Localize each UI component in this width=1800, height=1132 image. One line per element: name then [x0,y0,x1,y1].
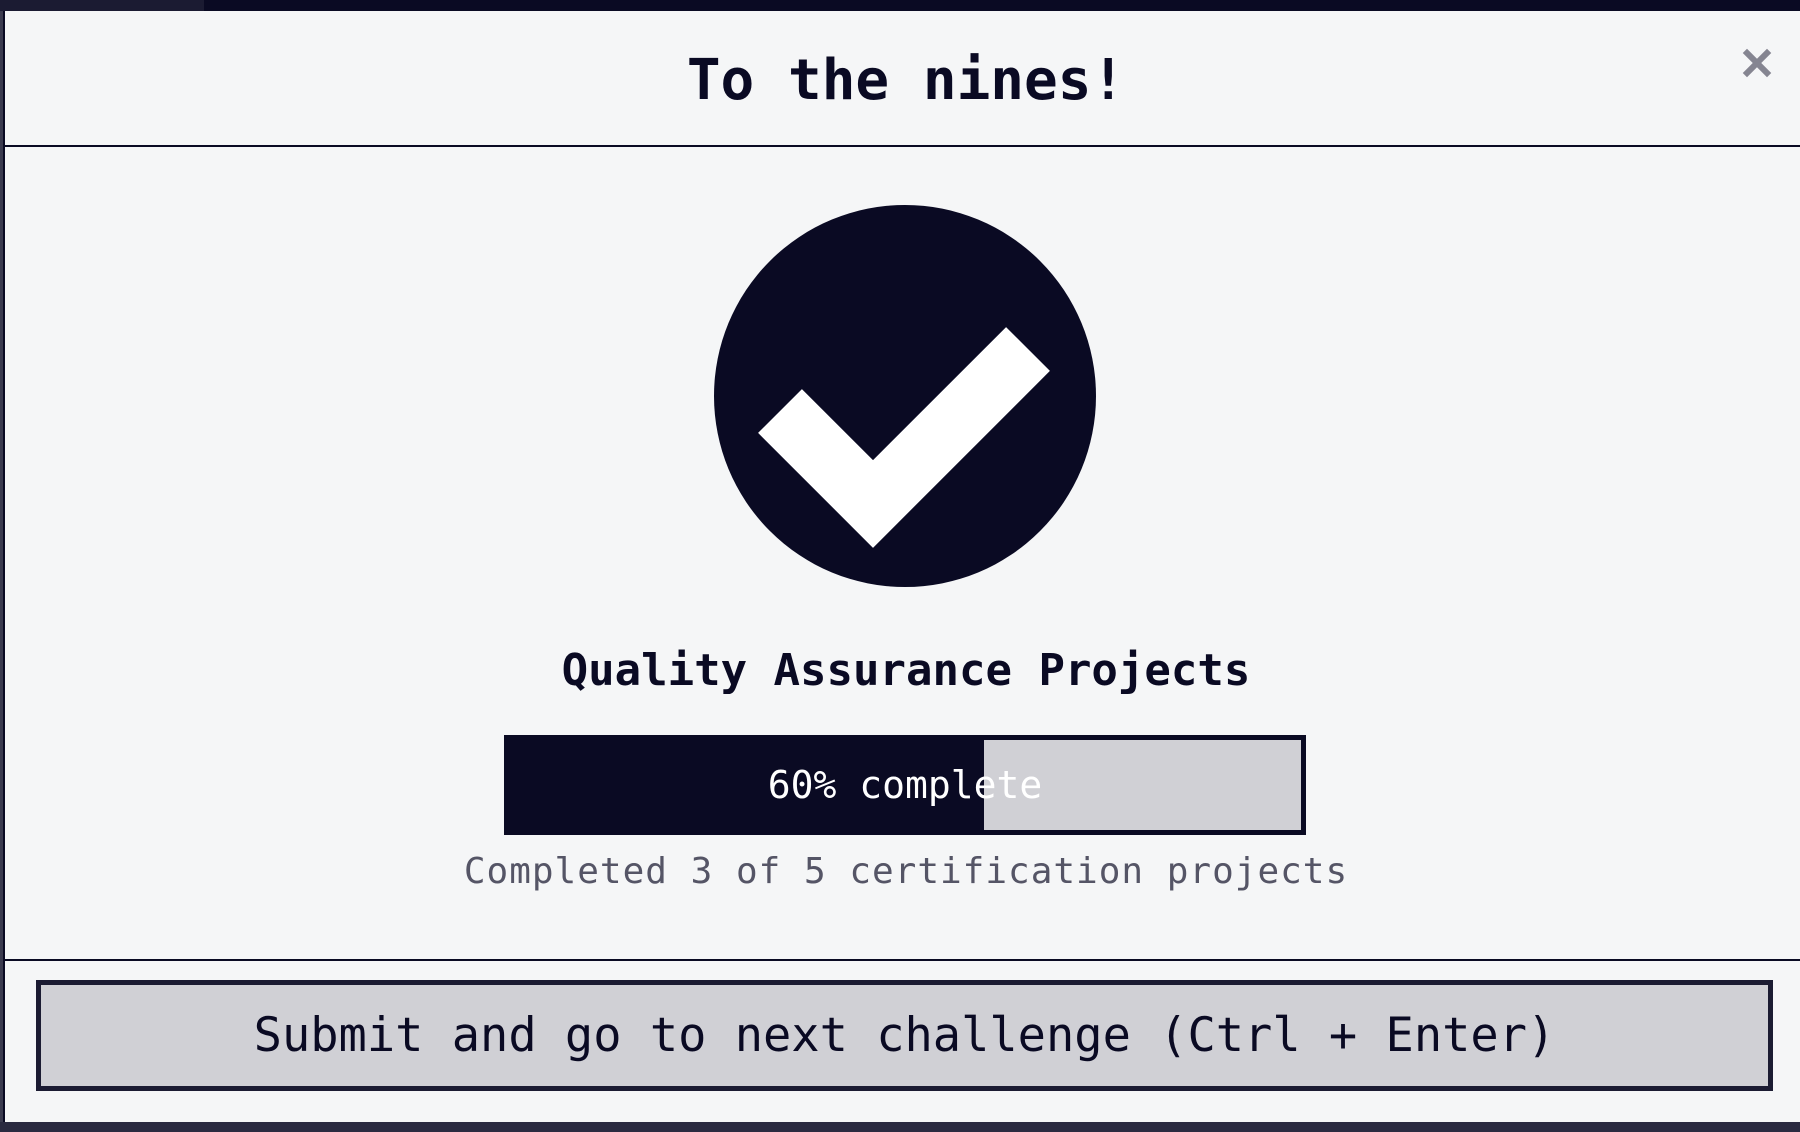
modal-body: Quality Assurance Projects 60% complete … [5,147,1800,961]
bottom-bar [0,1122,1800,1132]
completion-modal: To the nines! Quality Assurance Projects… [3,11,1800,1122]
certification-title: Quality Assurance Projects [561,645,1251,696]
close-button[interactable] [1735,41,1779,85]
modal-header: To the nines! [5,11,1800,147]
checkmark-circle-icon [714,205,1096,587]
close-icon [1742,48,1772,78]
progress-label: 60% complete [767,763,1043,807]
top-nav-left-segment [0,0,204,11]
modal-title: To the nines! [686,48,1126,113]
progress-detail-text: Completed 3 of 5 certification projects [463,851,1349,892]
submit-next-challenge-button[interactable]: Submit and go to next challenge (Ctrl + … [36,980,1773,1091]
certification-progress-bar: 60% complete [504,735,1306,835]
top-nav-bar [0,0,1800,11]
